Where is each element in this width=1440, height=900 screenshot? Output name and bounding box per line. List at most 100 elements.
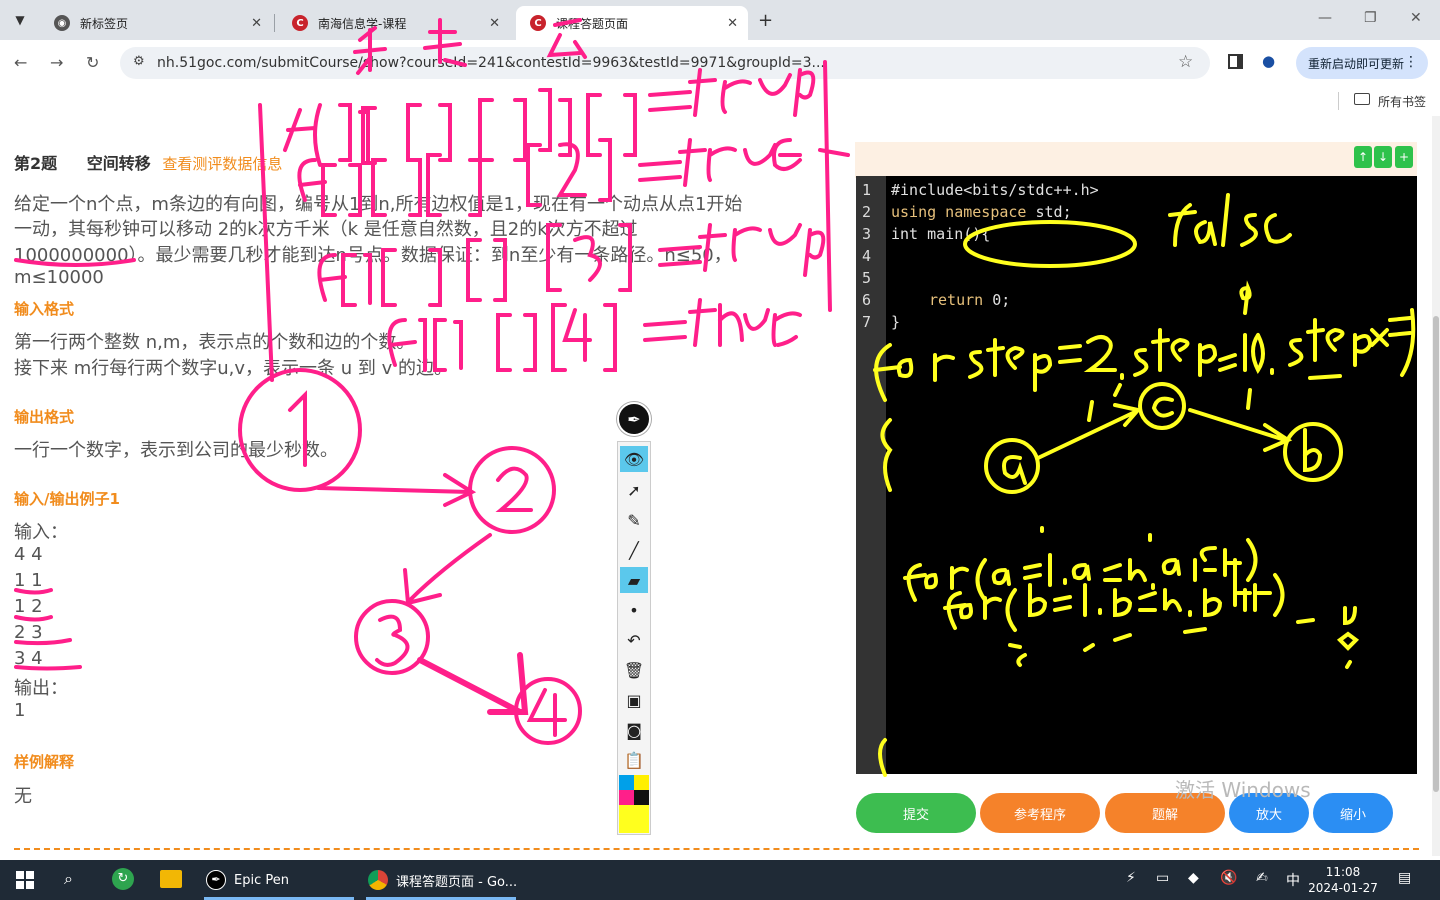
pen-tray-icon[interactable]: ✍ (1256, 870, 1268, 886)
taskbar-clock[interactable]: 11:08 2024-01-27 (1306, 864, 1380, 896)
close-icon[interactable]: ✕ (727, 16, 738, 31)
url-text[interactable]: nh.51goc.com/submitCourse/show?courseId=… (157, 55, 825, 71)
code-keyword: using namespace (891, 203, 1027, 221)
desc-line: 一动，其每秒钟可以移动 2的k次方千米（k 是任意自然数，且2的k次方不超过 (14, 219, 638, 240)
line-number: 4 (862, 247, 872, 265)
tab-new-tab[interactable]: ◉ 新标签页 ✕ (40, 6, 272, 40)
star-icon[interactable]: ☆ (1178, 52, 1193, 72)
forward-arrow-icon[interactable]: → (50, 53, 63, 72)
line-number: 3 (862, 225, 872, 243)
zoom-out-button[interactable]: 缩小 (1313, 793, 1393, 833)
minimize-icon[interactable]: — (1318, 10, 1332, 26)
code-editor[interactable] (856, 176, 1417, 774)
line-gutter (856, 176, 886, 774)
ime-indicator[interactable]: 中 (1286, 870, 1300, 890)
arrow-down-button[interactable]: ↓ (1374, 146, 1392, 168)
desc-line: 给定一个n个点，m条边的有向图，编号从1到n,所有边权值是1，现在有一个动点从点… (14, 194, 743, 215)
pink-ink (14, 18, 850, 745)
tab-course[interactable]: C 南海信息学-课程 ✕ (278, 6, 510, 40)
color-swatches[interactable] (619, 775, 649, 833)
line-number: 2 (862, 203, 872, 221)
clipboard-icon[interactable]: 📋 (620, 747, 648, 773)
edge-3-4 (417, 652, 529, 715)
site-info-icon[interactable]: ⚙ (133, 54, 145, 69)
whiteboard-icon[interactable]: ▣ (620, 687, 648, 713)
example-label: 输入/输出例子1 (14, 490, 120, 508)
volume-muted-icon[interactable]: 🔇 (1220, 870, 1237, 886)
scrollbar-thumb[interactable] (1433, 316, 1439, 792)
node-4-circle (514, 677, 582, 745)
close-window-icon[interactable]: ✕ (1410, 10, 1422, 26)
swatch-black[interactable] (634, 790, 649, 805)
explanation-label: 样例解释 (14, 753, 75, 771)
swatch-yellow-small[interactable] (634, 775, 649, 790)
restore-icon[interactable]: ❐ (1364, 10, 1377, 26)
output-format-text: 一行一个数字，表示到公司的最少秒数。 (14, 440, 338, 461)
close-icon[interactable]: ✕ (251, 16, 262, 31)
back-arrow-icon[interactable]: ← (14, 53, 27, 72)
example-input-line: 4 4 (14, 544, 43, 565)
submit-button[interactable]: 提交 (856, 793, 976, 833)
taskbar-chrome[interactable]: 课程答题页面 - Go... (368, 860, 517, 900)
chrome-icon (368, 870, 388, 890)
arrow-up-button[interactable]: ↑ (1354, 146, 1372, 168)
line-number: 1 (862, 181, 872, 199)
new-tab-button[interactable]: + (758, 10, 773, 31)
folder-icon[interactable] (1354, 93, 1370, 105)
reference-program-button[interactable]: 参考程序 (980, 793, 1100, 833)
activate-windows-watermark: 激活 Windows (1175, 778, 1311, 802)
code-line: } (891, 313, 901, 331)
trash-icon[interactable]: 🗑 (620, 657, 648, 683)
swatch-pink[interactable] (619, 790, 634, 805)
windows-start-icon[interactable] (16, 871, 34, 889)
tab-search-button[interactable]: ▼ (8, 8, 32, 32)
site-favicon: C (530, 15, 546, 31)
dashed-divider (14, 848, 1419, 850)
update-button[interactable]: 重新启动即可更新 ⋮ (1296, 47, 1428, 79)
tab-answer-page[interactable]: C 课程答题页面 ✕ (516, 6, 748, 40)
lightning-app-icon[interactable]: ⚡ (1126, 870, 1136, 886)
side-panel-icon[interactable] (1228, 54, 1243, 69)
search-icon[interactable]: ⌕ (64, 869, 73, 889)
problem-heading: 第2题 空间转移 查看测评数据信息 (14, 150, 282, 174)
brush-size-icon[interactable]: • (620, 597, 648, 623)
pink-stroke (638, 138, 802, 187)
pink-tick (776, 335, 798, 347)
undo-icon[interactable]: ↶ (620, 627, 648, 653)
file-explorer-icon[interactable] (160, 870, 182, 888)
close-icon[interactable]: ✕ (489, 16, 500, 31)
swatch-cyan[interactable] (619, 775, 634, 790)
line-icon[interactable]: ╱ (620, 537, 648, 563)
camera-icon[interactable]: ◙ (620, 717, 648, 743)
chrome-icon: ◉ (54, 15, 70, 31)
pen-icon[interactable]: ✎ (620, 507, 648, 533)
desc-line: 1000000000）。最少需要几秒才能到达n号点。数据保证：到n至少有一条路径… (14, 245, 732, 266)
chevron-down-icon: ▼ (15, 13, 25, 27)
app-green-icon[interactable]: ↻ (112, 868, 134, 890)
epic-pen-icon: ✒ (206, 870, 226, 890)
eye-icon[interactable]: 👁 (620, 446, 648, 472)
example-input-line: 1 2 (14, 596, 43, 617)
taskbar-epic-pen[interactable]: ✒ Epic Pen (206, 860, 289, 900)
epic-pen-logo-icon[interactable]: ✒ (617, 402, 651, 436)
editor-header (855, 142, 1417, 178)
add-button[interactable]: + (1395, 146, 1413, 168)
all-bookmarks-label[interactable]: 所有书签 (1378, 93, 1426, 110)
view-data-link[interactable]: 查看测评数据信息 (162, 155, 282, 173)
app-tray-icon[interactable]: ◆ (1188, 870, 1199, 886)
line-number: 6 (862, 291, 872, 309)
cursor-icon[interactable]: ➚ (620, 477, 648, 503)
output-format-label: 输出格式 (14, 408, 75, 426)
eraser-icon[interactable]: ▰ (620, 567, 648, 593)
line-number: 7 (862, 313, 872, 331)
swatch-yellow-active[interactable] (619, 805, 649, 833)
profile-icon[interactable]: ● (1262, 52, 1275, 70)
code-text: std; (1026, 203, 1072, 221)
network-icon[interactable]: ▭ (1156, 870, 1169, 886)
edge-1-2 (316, 473, 477, 507)
explanation-text: 无 (14, 786, 32, 807)
notification-icon[interactable]: ▤ (1398, 870, 1411, 886)
more-icon: ⋮ (1404, 54, 1418, 70)
example-input-label: 输入： (14, 522, 68, 543)
reload-icon[interactable]: ↻ (86, 53, 99, 72)
